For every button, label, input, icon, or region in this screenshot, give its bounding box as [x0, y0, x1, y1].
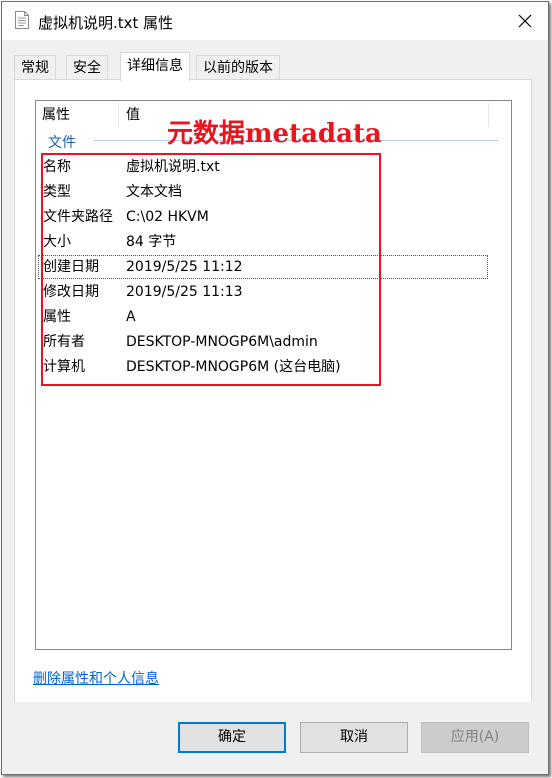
title-bar: 虚拟机说明.txt 属性 — [2, 2, 548, 40]
tab-previous-versions[interactable]: 以前的版本 — [196, 55, 280, 80]
window-title: 虚拟机说明.txt 属性 — [38, 14, 174, 32]
close-button[interactable] — [502, 2, 548, 40]
ok-button[interactable]: 确定 — [178, 722, 286, 753]
annotation-label: 元数据metadata — [167, 119, 382, 149]
apply-button[interactable]: 应用(A) — [421, 722, 529, 753]
column-header-value[interactable]: 值 — [126, 101, 140, 129]
details-panel: 属性 值 文件 名称 虚拟机说明.txt 类型 文本文档 文件夹路径 C:\02… — [14, 79, 532, 703]
tab-details[interactable]: 详细信息 — [120, 52, 190, 81]
properties-dialog: 虚拟机说明.txt 属性 常规 安全 详细信息 以前的版本 属性 值 文件 名称… — [1, 1, 549, 775]
details-list[interactable]: 属性 值 文件 名称 虚拟机说明.txt 类型 文本文档 文件夹路径 C:\02… — [35, 100, 512, 650]
tab-general[interactable]: 常规 — [14, 55, 56, 80]
button-bar: 确定 取消 应用(A) — [2, 702, 548, 774]
column-divider[interactable] — [118, 103, 119, 127]
cancel-button[interactable]: 取消 — [300, 722, 408, 753]
annotation-box — [41, 153, 381, 386]
column-header-property[interactable]: 属性 — [42, 101, 70, 129]
text-file-icon — [15, 11, 29, 29]
column-divider[interactable] — [488, 103, 489, 127]
close-icon — [518, 14, 532, 28]
group-header-file[interactable]: 文件 — [48, 132, 76, 152]
remove-properties-link[interactable]: 删除属性和个人信息 — [33, 668, 159, 688]
tab-security[interactable]: 安全 — [66, 55, 108, 80]
